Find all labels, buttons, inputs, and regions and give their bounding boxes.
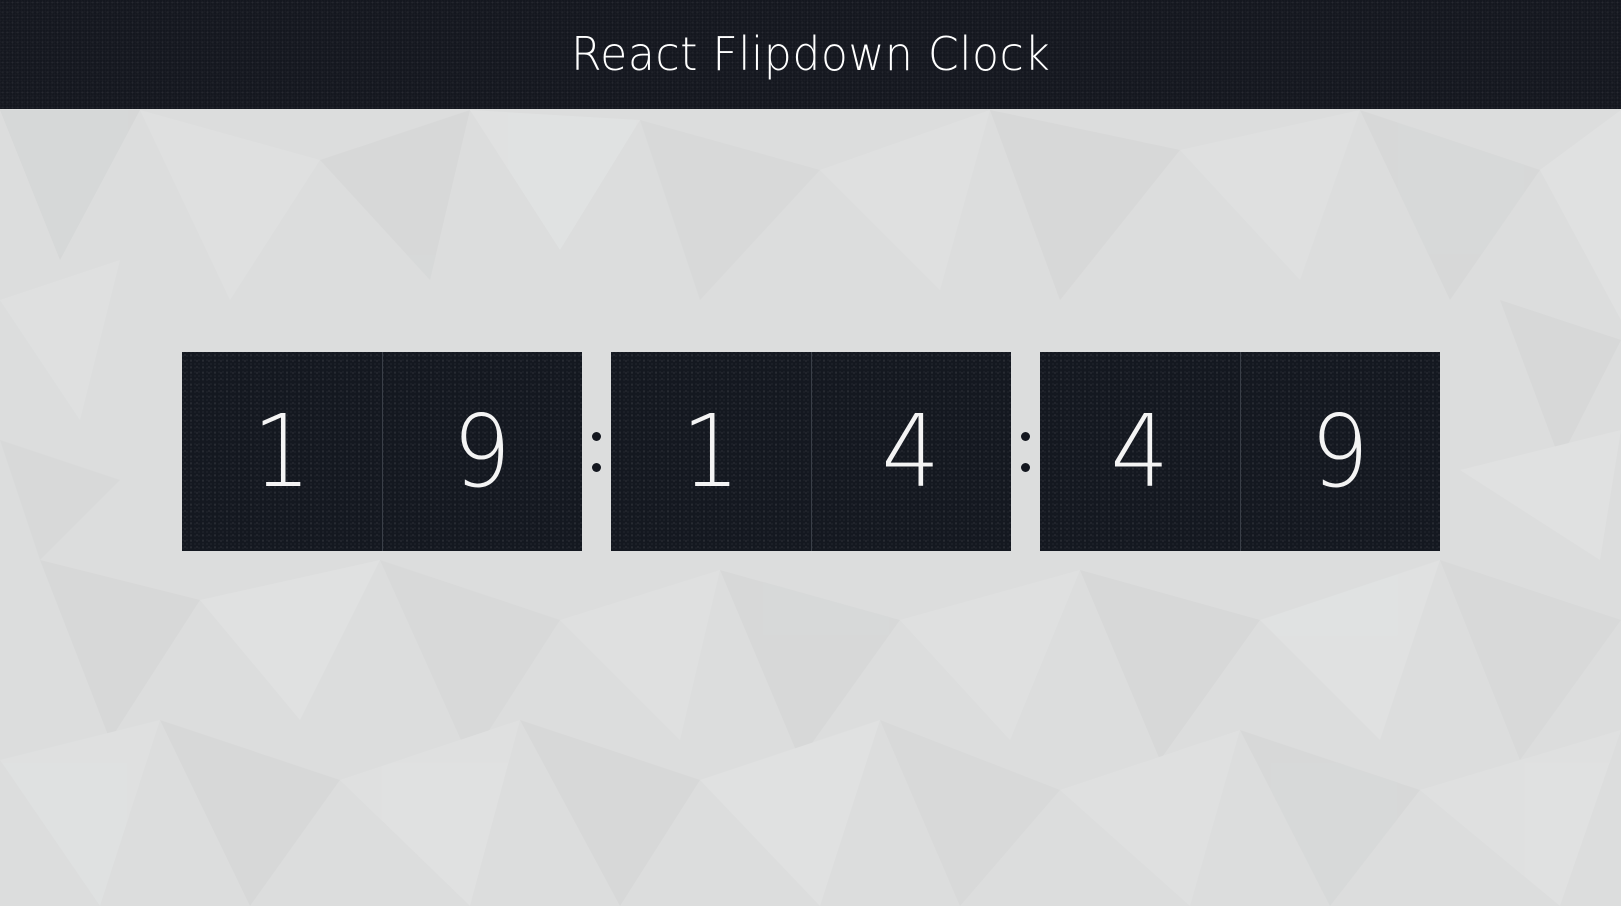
seconds-ones-digit: 9 bbox=[1310, 392, 1370, 510]
colon-separator bbox=[1011, 352, 1040, 551]
flip-clock: 1 9 1 4 4 9 bbox=[182, 352, 1440, 551]
colon-dot-top bbox=[592, 431, 601, 441]
hours-ones-card: 9 bbox=[381, 352, 583, 551]
seconds-tens-card: 4 bbox=[1040, 352, 1240, 551]
hours-tens-digit: 1 bbox=[252, 392, 312, 510]
colon-dot-bottom bbox=[592, 462, 601, 472]
header-bar: React Flipdown Clock bbox=[0, 0, 1621, 109]
colon-dot-bottom bbox=[1021, 462, 1030, 472]
colon-dot-top bbox=[1021, 431, 1030, 441]
hours-tens-card: 1 bbox=[182, 352, 382, 551]
seconds-ones-card: 9 bbox=[1239, 352, 1441, 551]
colon-separator bbox=[582, 352, 611, 551]
minutes-ones-digit: 4 bbox=[881, 392, 941, 510]
minutes-tens-digit: 1 bbox=[681, 392, 741, 510]
minutes-ones-card: 4 bbox=[810, 352, 1012, 551]
hours-group: 1 9 bbox=[182, 352, 582, 551]
minutes-group: 1 4 bbox=[611, 352, 1011, 551]
seconds-group: 4 9 bbox=[1040, 352, 1440, 551]
minutes-tens-card: 1 bbox=[611, 352, 811, 551]
seconds-tens-digit: 4 bbox=[1110, 392, 1170, 510]
hours-ones-digit: 9 bbox=[452, 392, 512, 510]
page-title: React Flipdown Clock bbox=[570, 26, 1051, 81]
